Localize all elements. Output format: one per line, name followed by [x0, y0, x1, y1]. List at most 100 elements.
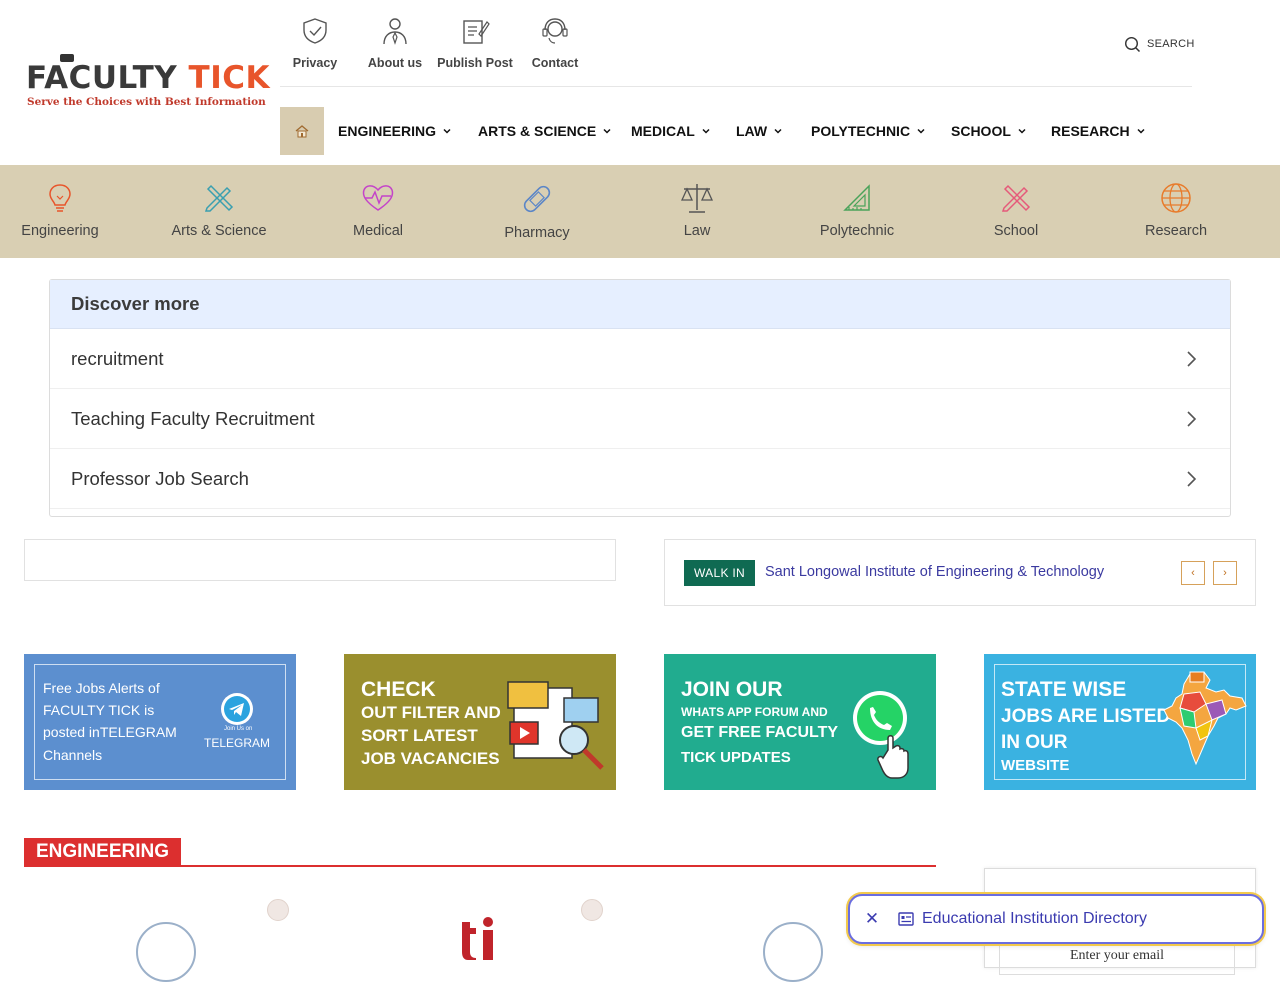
person-tie-icon [383, 18, 407, 45]
ticker-headline[interactable]: Sant Longowal Institute of Engineering &… [765, 564, 1104, 580]
email-field[interactable]: Enter your email [999, 943, 1235, 975]
topnav-about[interactable]: About us [355, 16, 435, 76]
headset-icon [542, 18, 568, 44]
discover-item[interactable]: Teaching Faculty Recruitment [50, 389, 1230, 449]
category-arts-science[interactable]: Arts & Science [159, 181, 279, 239]
mainnav-school[interactable]: SCHOOL [951, 121, 1027, 141]
site-logo[interactable]: FACULTY TICK Serve the Choices with Best… [26, 54, 269, 114]
category-school-label: School [993, 223, 1039, 239]
category-band: Engineering Arts & Science Medical Pharm… [0, 165, 1280, 258]
mainnav-school-label: SCHOOL [951, 123, 1011, 139]
category-law-label: Law [683, 223, 711, 239]
category-medical[interactable]: Medical [318, 181, 438, 239]
empty-ad-slot [24, 539, 616, 581]
home-icon [295, 125, 309, 138]
mainnav-arts-science[interactable]: ARTS & SCIENCE [478, 121, 612, 141]
site-header: FACULTY TICK Serve the Choices with Best… [0, 0, 1280, 165]
banner-telegram[interactable]: Free Jobs Alerts of FACULTY TICK is post… [24, 654, 296, 790]
discover-item-label: recruitment [71, 347, 164, 369]
chevron-down-icon [1137, 128, 1145, 134]
banner-telegram-brand: TELEGRAM [204, 736, 271, 750]
category-pharmacy[interactable]: Pharmacy [477, 181, 597, 241]
topnav-privacy[interactable]: Privacy [275, 16, 355, 76]
banner-state-line: IN OUR [1001, 732, 1068, 753]
topnav-publish-label: Publish Post [437, 56, 513, 70]
category-law[interactable]: Law [637, 181, 757, 239]
banner-state-line: STATE WISE [1001, 678, 1127, 701]
discover-item[interactable]: Professor Job Search [50, 449, 1230, 509]
section-underline [24, 865, 936, 867]
mainnav-arts-science-label: ARTS & SCIENCE [478, 123, 597, 139]
directory-pill[interactable]: ✕ Educational Institution Directory [848, 894, 1264, 944]
ticker-prev-button[interactable]: ‹ [1181, 561, 1205, 585]
chevron-down-icon [774, 128, 782, 134]
institution-logo-image[interactable] [458, 914, 500, 960]
category-engineering[interactable]: Engineering [0, 181, 120, 239]
chevron-left-icon: ‹ [1191, 567, 1195, 579]
banner-whatsapp-line: WHATS APP FORUM AND [681, 705, 828, 719]
banner-filter-line: SORT LATEST [361, 726, 478, 745]
topnav-about-label: About us [367, 56, 423, 70]
shield-check-icon [303, 18, 327, 44]
banner-telegram-line: FACULTY TICK is [43, 702, 155, 718]
discover-more-panel: Discover more recruitment Teaching Facul… [49, 279, 1231, 517]
banner-telegram-joinus: Join Us on [224, 726, 253, 732]
banner-filter-jobs[interactable]: CHECK OUT FILTER AND SORT LATEST JOB VAC… [344, 654, 616, 790]
mainnav-engineering[interactable]: ENGINEERING [338, 121, 452, 141]
save-badge-icon[interactable] [581, 899, 603, 921]
chevron-down-icon [1018, 128, 1026, 134]
mainnav-research-label: RESEARCH [1051, 123, 1130, 139]
india-map-icon [1163, 671, 1247, 766]
topnav-publish[interactable]: Publish Post [435, 16, 515, 76]
close-icon[interactable]: ✕ [864, 909, 880, 929]
pencil-ruler-icon [204, 184, 234, 212]
telegram-icon [221, 693, 253, 725]
banner-state-wise[interactable]: STATE WISE JOBS ARE LISTED IN OUR WEBSIT… [984, 654, 1256, 790]
chevron-right-icon [1187, 351, 1197, 367]
banner-whatsapp-line: GET FREE FACULTY [681, 724, 839, 741]
banner-whatsapp-line: JOIN OUR [681, 678, 783, 701]
category-polytechnic[interactable]: Polytechnic [797, 181, 917, 239]
lightbulb-icon [49, 184, 71, 212]
discover-item[interactable]: recruitment [50, 329, 1230, 389]
mainnav-law-label: LAW [736, 123, 768, 139]
ticker-next-button[interactable]: › [1213, 561, 1237, 585]
save-badge-icon[interactable] [267, 899, 289, 921]
banner-state-line: WEBSITE [1001, 757, 1070, 774]
documents-magnifier-icon [507, 681, 604, 770]
topnav-contact[interactable]: Contact [515, 16, 595, 76]
institution-seal-image[interactable] [763, 922, 823, 982]
mainnav-medical-label: MEDICAL [631, 123, 695, 139]
mainnav-law[interactable]: LAW [736, 121, 783, 141]
chevron-right-icon [1187, 411, 1197, 427]
mainnav-research[interactable]: RESEARCH [1051, 121, 1146, 141]
search-button[interactable]: SEARCH [1124, 34, 1195, 54]
chevron-right-icon [1187, 471, 1197, 487]
directory-list-icon [898, 912, 914, 926]
discover-more-title: Discover more [50, 280, 1230, 329]
mainnav-polytechnic[interactable]: POLYTECHNIC [811, 121, 926, 141]
edit-document-icon [463, 20, 490, 44]
topnav-contact-label: Contact [531, 56, 579, 70]
discover-item-label: Professor Job Search [71, 467, 249, 489]
mainnav-medical[interactable]: MEDICAL [631, 121, 711, 141]
home-button[interactable] [280, 107, 324, 155]
directory-pill-label: Educational Institution Directory [922, 910, 1147, 927]
logo-tagline: Serve the Choices with Best Information [27, 96, 266, 108]
banner-whatsapp-line: TICK UPDATES [681, 749, 791, 766]
category-research[interactable]: Research [1116, 181, 1236, 239]
category-pharmacy-label: Pharmacy [504, 225, 570, 241]
banner-whatsapp[interactable]: JOIN OUR WHATS APP FORUM AND GET FREE FA… [664, 654, 936, 790]
category-school[interactable]: School [956, 181, 1076, 239]
bandage-icon [523, 185, 551, 213]
logo-word-faculty: FACULTY [26, 60, 178, 96]
news-ticker: WALK IN Sant Longowal Institute of Engin… [664, 539, 1256, 606]
section-title-engineering[interactable]: ENGINEERING [24, 838, 182, 866]
globe-icon [1161, 183, 1191, 213]
whatsapp-icon [853, 691, 909, 779]
set-square-icon [843, 184, 870, 211]
mainnav-engineering-label: ENGINEERING [338, 123, 437, 139]
category-arts-science-label: Arts & Science [171, 223, 267, 239]
institution-seal-image[interactable] [136, 922, 196, 982]
pencil-cross-icon [1001, 184, 1031, 212]
